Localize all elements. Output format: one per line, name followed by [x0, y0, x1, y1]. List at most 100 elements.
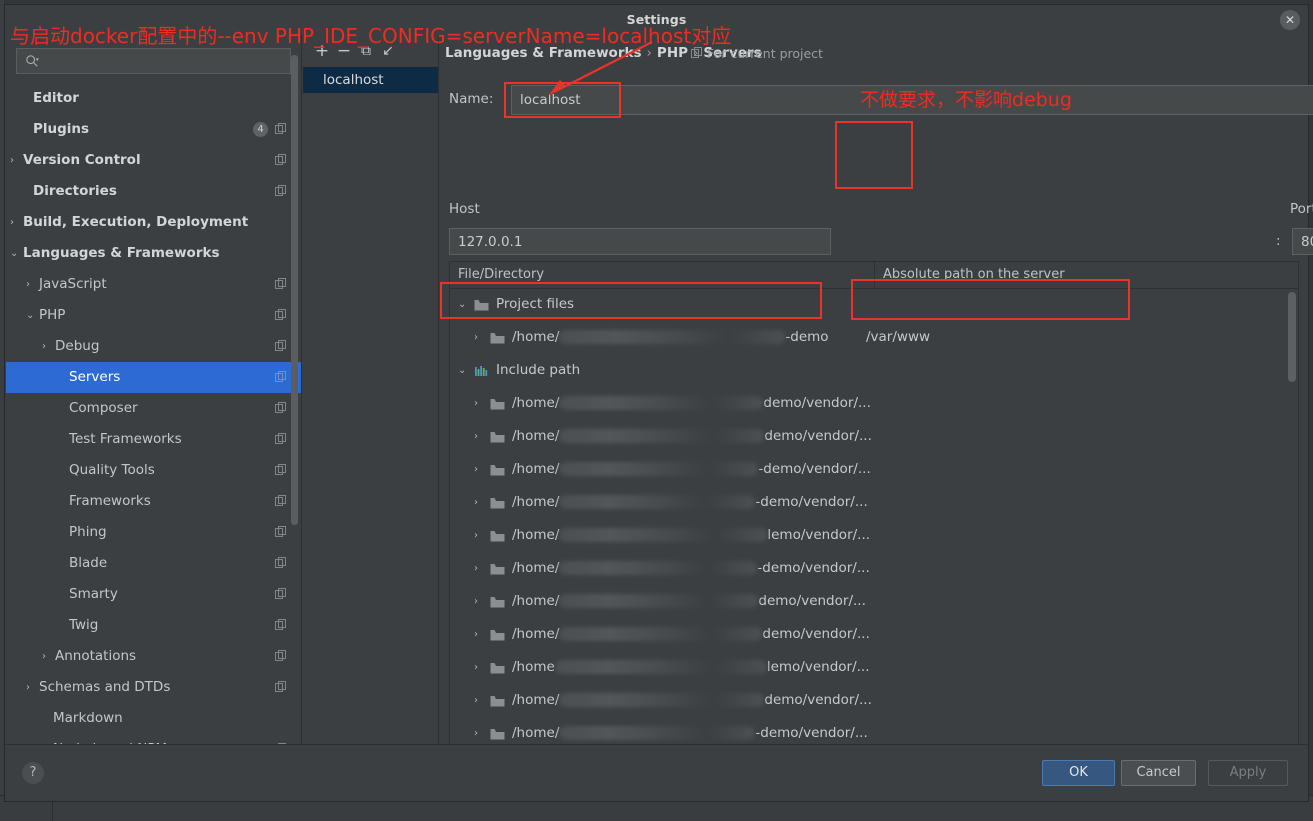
table-cell-path: /home/ — [512, 725, 560, 741]
table-group-row[interactable]: ⌄ Project files — [450, 288, 1298, 321]
sidebar-item-servers[interactable]: Servers — [6, 362, 301, 393]
search-input[interactable] — [45, 49, 286, 75]
apply-button[interactable]: Apply — [1208, 760, 1288, 786]
sidebar-item-schemas-and-dtds[interactable]: › Schemas and DTDs — [6, 672, 301, 703]
dialog-footer: ? OK Cancel Apply — [5, 744, 1308, 801]
server-list-pane: + − ⧉ ↙ localhost — [303, 35, 439, 745]
sidebar-item-php[interactable]: ⌄ PHP — [6, 300, 301, 331]
copy-icon — [275, 650, 286, 661]
copy-icon — [691, 47, 702, 58]
chevron-right-icon[interactable]: › — [474, 453, 490, 486]
port-input[interactable] — [1292, 228, 1313, 255]
chevron-down-icon[interactable]: ⌄ — [10, 238, 23, 269]
table-cell-path-suffix: demo/vendor/... — [758, 593, 866, 609]
table-row[interactable]: › /home/ -demo/var/www — [450, 321, 1298, 354]
server-list-item[interactable]: localhost — [303, 67, 438, 93]
cancel-button[interactable]: Cancel — [1121, 760, 1196, 786]
chevron-right-icon[interactable]: › — [474, 321, 490, 354]
copy-icon — [275, 402, 286, 413]
settings-tree: Editor Plugins 4 › Version Control Directorie… — [6, 83, 301, 745]
chevron-right-icon[interactable]: › — [474, 618, 490, 651]
import-icon[interactable]: ↙ — [377, 41, 399, 61]
table-row[interactable]: › /home/lemo/vendor/... — [450, 519, 1298, 552]
column-header-file-directory[interactable]: File/Directory — [450, 262, 874, 288]
minus-icon[interactable]: − — [333, 41, 355, 61]
chevron-right-icon[interactable]: › — [474, 552, 490, 585]
sidebar-item-label: Debug — [55, 338, 100, 354]
sidebar-item-build-execution-deployment[interactable]: › Build, Execution, Deployment — [6, 207, 301, 238]
column-header-absolute-path[interactable]: Absolute path on the server — [874, 262, 1298, 288]
chevron-right-icon[interactable]: › — [10, 145, 23, 176]
chevron-right-icon[interactable]: › — [10, 207, 23, 238]
chevron-down-icon[interactable]: ⌄ — [458, 354, 474, 387]
table-group-row[interactable]: ⌄ Include path — [450, 354, 1298, 387]
chevron-right-icon[interactable]: › — [474, 486, 490, 519]
copy-icon[interactable]: ⧉ — [355, 41, 377, 61]
host-label: Host — [449, 201, 480, 217]
dialog-body: Editor Plugins 4 › Version Control Directorie… — [5, 35, 1313, 747]
server-detail-pane: Languages & Frameworks › PHP › Servers For c… — [439, 35, 1313, 747]
sidebar-item-languages-frameworks[interactable]: ⌄ Languages & Frameworks — [6, 238, 301, 269]
sidebar-item-quality-tools[interactable]: Quality Tools — [6, 455, 301, 486]
ok-button[interactable]: OK — [1042, 760, 1115, 786]
settings-tree-scrollbar[interactable] — [291, 55, 298, 525]
sidebar-item-test-frameworks[interactable]: Test Frameworks — [6, 424, 301, 455]
table-row[interactable]: › /home/ -demo/vendor/... — [450, 453, 1298, 486]
breadcrumb-item[interactable]: PHP — [657, 45, 688, 61]
sidebar-item-directories[interactable]: Directories — [6, 176, 301, 207]
chevron-down-icon[interactable]: ⌄ — [26, 300, 39, 331]
sidebar-item-javascript[interactable]: › JavaScript — [6, 269, 301, 300]
chevron-right-icon[interactable]: › — [42, 331, 55, 362]
table-row[interactable]: › /home/demo/vendor/... — [450, 387, 1298, 420]
plus-icon[interactable]: + — [311, 41, 333, 61]
sidebar-item-twig[interactable]: Twig — [6, 610, 301, 641]
table-row[interactable]: › /home/ -demo/vendor/... — [450, 717, 1298, 746]
chevron-right-icon[interactable]: › — [474, 519, 490, 552]
copy-icon — [275, 557, 286, 568]
table-row[interactable]: › /home/demo/vendor/... — [450, 585, 1298, 618]
table-cell-path-suffix: demo/vendor/... — [762, 626, 870, 642]
table-row[interactable]: › /home/demo/vendor/... — [450, 684, 1298, 717]
sidebar-item-frameworks[interactable]: Frameworks — [6, 486, 301, 517]
sidebar-item-version-control[interactable]: › Version Control — [6, 145, 301, 176]
table-cell-path-suffix: demo/vendor/... — [764, 428, 872, 444]
sidebar-item-label: Blade — [69, 555, 108, 571]
chevron-down-icon[interactable]: ⌄ — [458, 288, 474, 321]
chevron-right-icon[interactable]: › — [474, 684, 490, 717]
redacted-path-segment — [559, 396, 764, 410]
host-input[interactable] — [449, 228, 831, 255]
table-row[interactable]: › /home lemo/vendor/... — [450, 651, 1298, 684]
sidebar-item-editor[interactable]: Editor — [6, 83, 301, 114]
sidebar-item-composer[interactable]: Composer — [6, 393, 301, 424]
sidebar-item-plugins[interactable]: Plugins 4 — [6, 114, 301, 145]
sidebar-item-annotations[interactable]: › Annotations — [6, 641, 301, 672]
table-row[interactable]: › /home/demo/vendor/... — [450, 618, 1298, 651]
table-row[interactable]: › /home/demo/vendor/... — [450, 420, 1298, 453]
sidebar-item-phing[interactable]: Phing — [6, 517, 301, 548]
close-icon[interactable]: ✕ — [1280, 10, 1300, 30]
copy-icon — [275, 526, 286, 537]
chevron-right-icon[interactable]: › — [26, 269, 39, 300]
path-mappings-table: File/Directory Absolute path on the serv… — [449, 261, 1299, 747]
chevron-right-icon[interactable]: › — [26, 672, 39, 703]
chevron-right-icon[interactable]: › — [474, 420, 490, 453]
chevron-right-icon[interactable]: › — [42, 641, 55, 672]
chevron-right-icon[interactable]: › — [474, 387, 490, 420]
sidebar-item-markdown[interactable]: Markdown — [6, 703, 301, 734]
path-mappings-scrollbar[interactable] — [1288, 292, 1296, 382]
help-button[interactable]: ? — [22, 762, 44, 784]
sidebar-item-label: Directories — [33, 183, 117, 199]
search-box[interactable] — [16, 48, 291, 75]
table-cell-server-path[interactable]: /var/www — [866, 321, 930, 354]
sidebar-item-blade[interactable]: Blade — [6, 548, 301, 579]
chevron-right-icon[interactable]: › — [474, 651, 490, 684]
table-row[interactable]: › /home/ -demo/vendor/... — [450, 552, 1298, 585]
sidebar-item-smarty[interactable]: Smarty — [6, 579, 301, 610]
table-row[interactable]: › /home/ -demo/vendor/... — [450, 486, 1298, 519]
folder-icon — [490, 563, 505, 574]
chevron-right-icon[interactable]: › — [474, 585, 490, 618]
table-cell-path-suffix: -demo/vendor/... — [755, 494, 868, 510]
table-cell-path: /home/ — [512, 494, 560, 510]
sidebar-item-debug[interactable]: › Debug — [6, 331, 301, 362]
chevron-right-icon[interactable]: › — [474, 717, 490, 746]
